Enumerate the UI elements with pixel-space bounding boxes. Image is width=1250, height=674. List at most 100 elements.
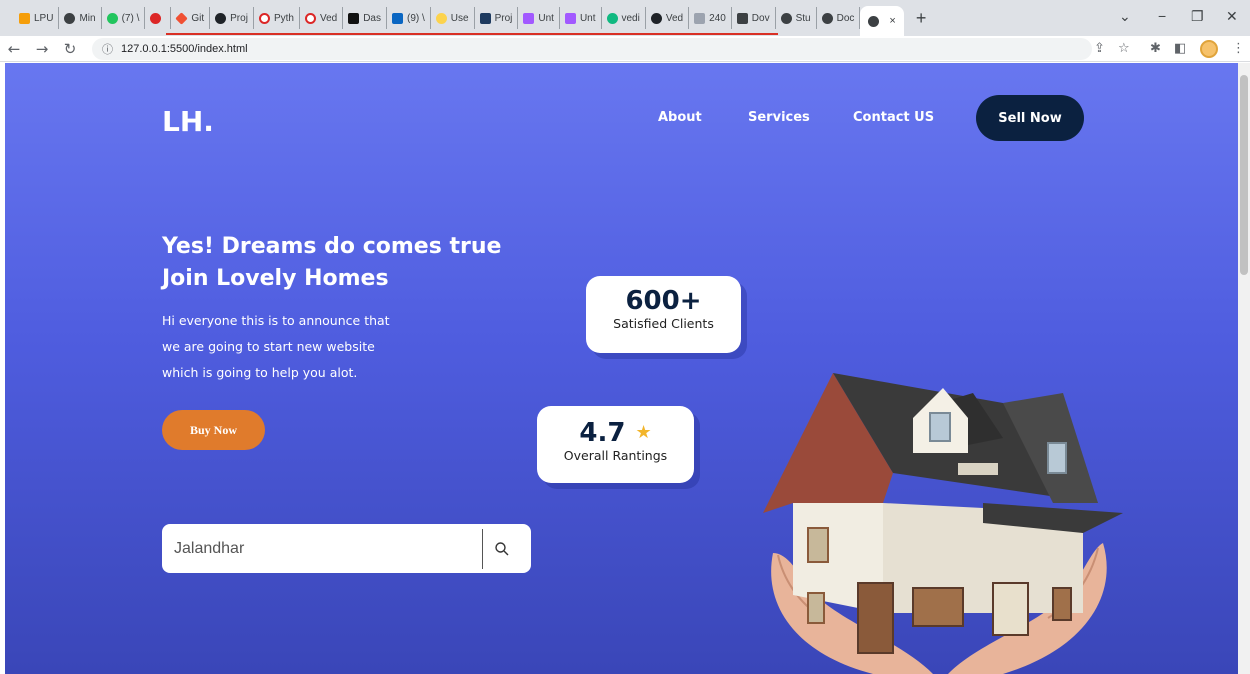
browser-tab[interactable]: Doc bbox=[817, 7, 861, 29]
web-page: LH. About Services Contact US Sell Now Y… bbox=[5, 63, 1238, 674]
share-icon[interactable]: ⇪ bbox=[1094, 41, 1105, 56]
active-browser-tab[interactable]: × bbox=[860, 6, 904, 36]
browser-tab[interactable]: Unt bbox=[560, 7, 602, 29]
browser-tab[interactable]: Ved bbox=[300, 7, 344, 29]
side-panel-icon[interactable]: ◧ bbox=[1174, 41, 1186, 56]
tab-label: Unt bbox=[579, 12, 596, 24]
git-icon bbox=[175, 11, 189, 25]
extensions-icon[interactable]: ✱ bbox=[1150, 41, 1161, 56]
browser-tab[interactable]: LPU bbox=[14, 7, 60, 29]
tab-label: Unt bbox=[538, 12, 554, 24]
page-scrollbar[interactable] bbox=[1238, 63, 1250, 674]
tab-label: Dov bbox=[751, 12, 770, 24]
sell-now-button[interactable]: Sell Now bbox=[976, 95, 1084, 141]
description-line: Hi everyone this is to announce that bbox=[162, 313, 390, 328]
tab-label: Git bbox=[191, 12, 205, 24]
new-tab-button[interactable]: + bbox=[916, 8, 927, 29]
url-text: 127.0.0.1:5500/index.html bbox=[121, 43, 248, 55]
browser-tab[interactable] bbox=[145, 7, 172, 29]
browser-tab[interactable]: Ved bbox=[646, 7, 690, 29]
profile-avatar[interactable] bbox=[1200, 40, 1218, 58]
browser-tab[interactable]: Unt bbox=[518, 7, 560, 29]
browser-tab[interactable]: Proj bbox=[210, 7, 254, 29]
reload-icon[interactable]: ↻ bbox=[56, 40, 84, 58]
tab-favicon-icon bbox=[348, 12, 360, 24]
site-logo[interactable]: LH. bbox=[162, 105, 214, 138]
forward-icon[interactable]: → bbox=[28, 40, 56, 58]
back-icon[interactable]: ← bbox=[0, 40, 28, 58]
tab-label: Stu bbox=[795, 12, 811, 24]
browser-tab[interactable]: Das bbox=[343, 7, 387, 29]
description-line: which is going to help you alot. bbox=[162, 365, 358, 380]
star-icon: ★ bbox=[635, 422, 652, 443]
minimize-button[interactable]: − bbox=[1158, 8, 1166, 24]
browser-tab[interactable]: Stu bbox=[776, 7, 817, 29]
tab-label: Proj bbox=[230, 12, 248, 24]
tab-favicon-icon bbox=[64, 12, 76, 24]
figma-icon bbox=[564, 12, 576, 24]
globe-icon bbox=[821, 12, 833, 24]
tab-label: (7) \ bbox=[121, 12, 140, 24]
menu-icon[interactable]: ⋮ bbox=[1232, 41, 1245, 56]
browser-tab[interactable]: 240 bbox=[689, 7, 732, 29]
description-line: we are going to start new website bbox=[162, 339, 375, 354]
nav-services-link[interactable]: Services bbox=[748, 110, 810, 125]
tab-favicon-icon bbox=[435, 12, 447, 24]
globe-icon bbox=[780, 12, 792, 24]
close-window-button[interactable]: ✕ bbox=[1226, 8, 1238, 25]
browser-tab[interactable]: vedi bbox=[602, 7, 646, 29]
tab-label: Use bbox=[450, 12, 469, 24]
browser-tab[interactable]: Git bbox=[171, 7, 211, 29]
tab-label: Doc bbox=[836, 12, 855, 24]
nav-about-link[interactable]: About bbox=[658, 110, 702, 125]
nav-contact-link[interactable]: Contact US bbox=[853, 110, 934, 125]
headline-line: Join Lovely Homes bbox=[162, 266, 389, 291]
stat-card-clients: 600+ Satisfied Clients bbox=[586, 276, 741, 353]
buy-now-button[interactable]: Buy Now bbox=[162, 410, 265, 450]
browser-tab[interactable]: (9) \ bbox=[387, 7, 431, 29]
tab-label: 240 bbox=[709, 12, 726, 24]
hero-headline: Yes! Dreams do comes true Join Lovely Ho… bbox=[162, 231, 501, 295]
browser-tab[interactable]: Min bbox=[59, 7, 102, 29]
tab-label: Pyth bbox=[273, 12, 294, 24]
stat-value: 600+ bbox=[625, 286, 702, 316]
browser-tab[interactable]: Pyth bbox=[254, 7, 300, 29]
tab-search-button[interactable]: ⌄ bbox=[1119, 8, 1131, 25]
tab-group-indicator bbox=[166, 33, 778, 35]
tab-favicon-icon bbox=[694, 12, 706, 24]
tab-favicon-icon bbox=[606, 12, 618, 24]
close-tab-icon[interactable]: × bbox=[889, 15, 895, 27]
browser-tab[interactable]: (7) \ bbox=[102, 7, 146, 29]
stat-value: 4.7 bbox=[579, 418, 626, 448]
browser-tab[interactable]: Dov bbox=[732, 7, 776, 29]
tab-label: (9) \ bbox=[407, 12, 425, 24]
download-icon bbox=[736, 12, 748, 24]
tab-label: Proj bbox=[494, 12, 513, 24]
stat-label: Overall Rantings bbox=[563, 448, 668, 463]
tab-favicon-icon bbox=[19, 12, 30, 24]
browser-tab[interactable]: Proj bbox=[475, 7, 519, 29]
url-input[interactable]: ⓘ 127.0.0.1:5500/index.html bbox=[92, 38, 1092, 60]
location-search bbox=[162, 524, 531, 573]
figma-icon bbox=[523, 12, 535, 24]
tab-favicon-icon bbox=[479, 12, 491, 24]
house-in-hands-image bbox=[763, 373, 1123, 674]
bookmark-star-icon[interactable]: ☆ bbox=[1118, 41, 1130, 56]
browser-tab[interactable]: Use bbox=[431, 7, 475, 29]
location-search-input[interactable] bbox=[162, 524, 482, 573]
linkedin-icon bbox=[392, 12, 403, 24]
site-info-icon[interactable]: ⓘ bbox=[102, 41, 113, 57]
tab-label: LPU bbox=[34, 12, 54, 24]
maximize-button[interactable]: ❐ bbox=[1191, 8, 1204, 25]
tab-favicon-icon bbox=[150, 12, 162, 24]
tab-favicon-icon bbox=[304, 12, 316, 24]
scrollbar-thumb[interactable] bbox=[1240, 75, 1248, 275]
tab-label: Min bbox=[79, 12, 96, 24]
tab-label: Ved bbox=[665, 12, 684, 24]
tab-strip: LPU Min (7) \ Git Proj Pyth Ved Das (9) … bbox=[0, 0, 1250, 36]
globe-icon bbox=[868, 15, 880, 27]
github-icon bbox=[215, 12, 227, 24]
tab-favicon-icon bbox=[258, 12, 270, 24]
stat-label: Satisfied Clients bbox=[613, 316, 714, 331]
search-icon[interactable] bbox=[483, 541, 520, 557]
